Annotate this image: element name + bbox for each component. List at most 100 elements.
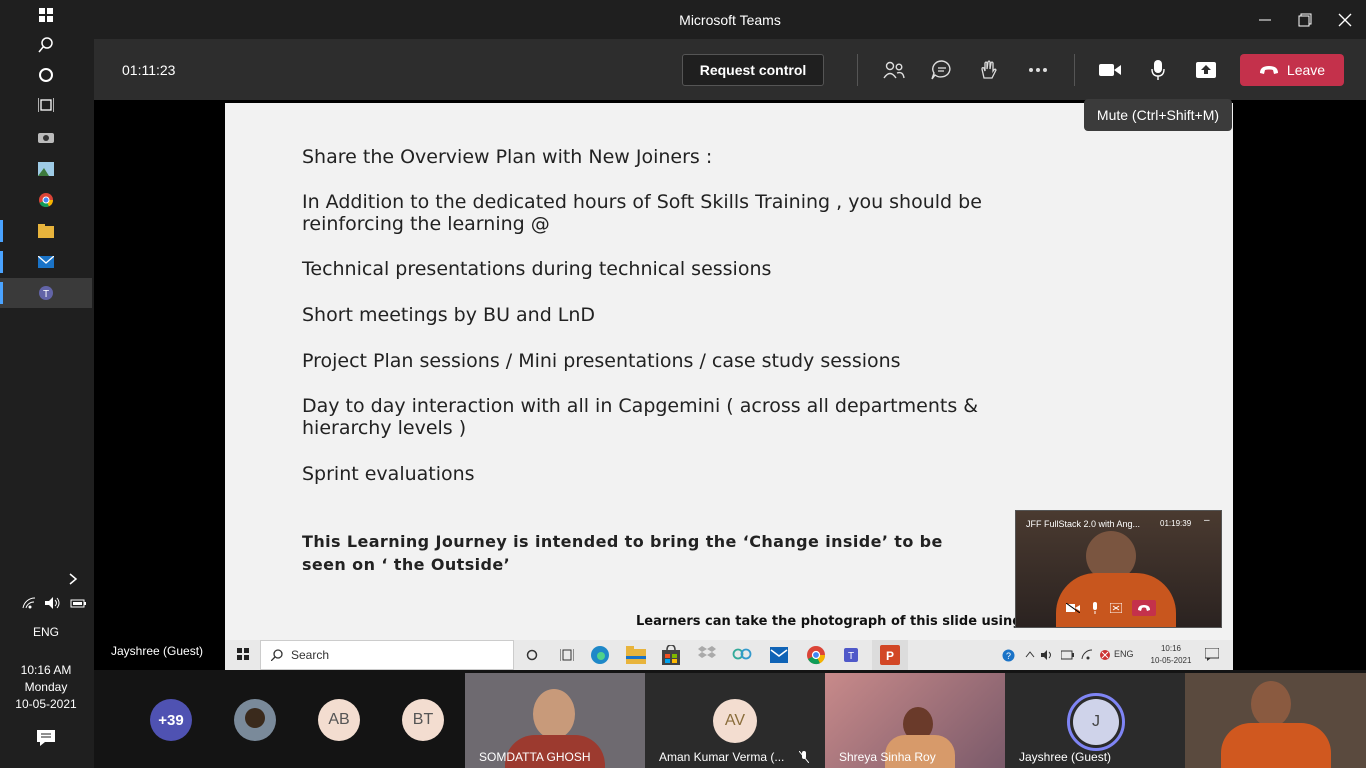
participant-avatar[interactable]: BT xyxy=(402,699,444,741)
toolbar-divider xyxy=(857,54,858,86)
mic-off-icon xyxy=(799,751,809,763)
taskbar-teams-app[interactable]: T xyxy=(0,278,92,308)
shared-start-icon xyxy=(237,648,249,660)
meeting-toolbar: 01:11:23 Request control Leave xyxy=(94,40,1366,100)
clock-date: 10-05-2021 xyxy=(15,697,77,711)
share-tray-button[interactable] xyxy=(1190,56,1222,84)
taskbar-camera-app[interactable] xyxy=(0,122,92,152)
participant-tile[interactable]: AV Aman Kumar Verma (... xyxy=(645,673,825,768)
slide-line: Day to day interaction with all in Capge… xyxy=(302,395,979,439)
tile-person-head xyxy=(1251,681,1291,727)
self-video-tile[interactable] xyxy=(1185,673,1366,768)
participant-tile[interactable]: J Jayshree (Guest) xyxy=(1005,673,1185,768)
camera-button[interactable] xyxy=(1094,56,1126,84)
windows-icon xyxy=(39,8,53,22)
chat-button[interactable] xyxy=(926,56,958,84)
avatar-photo-head xyxy=(245,708,265,728)
chevron-up-icon xyxy=(1025,651,1035,658)
tile-name: Shreya Sinha Roy xyxy=(839,750,936,764)
pip-hangup-button[interactable] xyxy=(1132,600,1156,616)
notification-icon xyxy=(1205,648,1219,661)
taskbar-photos-app[interactable] xyxy=(0,154,92,184)
language-indicator[interactable]: ENG xyxy=(0,625,92,639)
cortana-icon xyxy=(526,649,538,661)
minimize-icon xyxy=(1259,19,1271,21)
slide-line: Project Plan sessions / Mini presentatio… xyxy=(302,350,901,372)
help-icon: ? xyxy=(1002,649,1015,662)
microphone-icon[interactable] xyxy=(1090,602,1100,614)
participants-button[interactable] xyxy=(878,56,910,84)
title-bar: Microsoft Teams xyxy=(94,0,1366,40)
volume-icon[interactable] xyxy=(45,597,61,609)
running-indicator xyxy=(0,220,3,242)
clock[interactable]: 10:16 AM Monday 10-05-2021 xyxy=(0,662,92,713)
people-icon xyxy=(883,61,905,79)
windows-icon xyxy=(237,648,249,660)
share-screen-icon xyxy=(1196,62,1216,78)
taskbar-file-explorer[interactable] xyxy=(0,216,92,246)
mute-tooltip: Mute (Ctrl+Shift+M) xyxy=(1084,99,1232,131)
slide-line: Sprint evaluations xyxy=(302,463,475,485)
window-title: Microsoft Teams xyxy=(679,12,781,28)
windows-taskbar: T ENG 10:16 AM Monday 10-05-2021 xyxy=(0,0,94,768)
camera-icon xyxy=(38,133,54,143)
participant-avatar-photo[interactable] xyxy=(234,699,276,741)
task-view-icon xyxy=(38,98,54,112)
slide-bold-note: This Learning Journey is intended to bri… xyxy=(302,532,943,574)
system-tray xyxy=(22,597,86,609)
task-view-button[interactable] xyxy=(0,90,92,120)
share-icon[interactable] xyxy=(1110,603,1122,613)
slide-footer-note: Learners can take the photograph of this… xyxy=(636,614,1033,629)
cortana-button[interactable] xyxy=(0,60,92,90)
pip-video[interactable]: JFF FullStack 2.0 with Ang... 01:19:39 – xyxy=(1015,510,1222,628)
search-button[interactable] xyxy=(0,30,92,60)
ellipsis-icon xyxy=(1029,68,1047,72)
start-button[interactable] xyxy=(0,0,92,30)
folder-icon xyxy=(38,224,54,238)
hand-icon xyxy=(981,60,997,79)
action-center-button[interactable] xyxy=(37,730,55,751)
restore-button[interactable] xyxy=(1298,13,1312,32)
shared-clock-date: 10-05-2021 xyxy=(1150,656,1192,665)
tile-person-body xyxy=(1221,723,1331,768)
more-actions-button[interactable] xyxy=(1022,56,1054,84)
volume-icon xyxy=(1041,650,1051,660)
overflow-participants-button[interactable]: +39 xyxy=(150,699,192,741)
teams-icon: T xyxy=(39,286,53,300)
taskbar-chrome-app[interactable] xyxy=(0,185,92,215)
pip-time: 01:19:39 xyxy=(1160,519,1192,528)
raise-hand-button[interactable] xyxy=(974,56,1006,84)
leave-button[interactable]: Leave xyxy=(1240,54,1344,86)
search-icon xyxy=(38,37,53,53)
participant-avatar[interactable]: AB xyxy=(318,699,360,741)
pip-minimize-icon[interactable]: – xyxy=(1204,515,1210,526)
participant-tile[interactable]: Shreya Sinha Roy xyxy=(825,673,1005,768)
camera-off-icon[interactable] xyxy=(1066,603,1080,613)
close-button[interactable] xyxy=(1338,13,1352,32)
search-icon xyxy=(271,649,283,661)
shared-clock-time: 10:16 xyxy=(1160,644,1182,653)
minimize-button[interactable] xyxy=(1258,13,1272,32)
mic-button[interactable] xyxy=(1142,56,1174,84)
notification-icon xyxy=(37,730,55,746)
taskbar-mail-app[interactable] xyxy=(0,247,92,277)
slide-line: In Addition to the dedicated hours of So… xyxy=(302,191,982,235)
outlook-icon xyxy=(770,647,788,663)
participant-avatar: AV xyxy=(713,699,757,743)
store-icon xyxy=(662,645,680,665)
tile-name: SOMDATTA GHOSH xyxy=(479,750,591,764)
chevron-right-icon xyxy=(69,573,78,585)
wifi-icon[interactable] xyxy=(22,597,36,609)
mail-icon xyxy=(38,256,54,268)
request-control-button[interactable]: Request control xyxy=(682,54,824,86)
battery-icon xyxy=(1061,650,1074,660)
slide-line: Share the Overview Plan with New Joiners… xyxy=(302,146,713,168)
video-camera-icon xyxy=(1099,64,1121,76)
running-indicator xyxy=(0,251,3,273)
show-hidden-icons-button[interactable] xyxy=(68,572,78,590)
shared-lang: ENG xyxy=(1114,649,1134,659)
battery-icon[interactable] xyxy=(70,597,86,609)
participant-tile[interactable]: SOMDATTA GHOSH xyxy=(465,673,645,768)
pip-controls xyxy=(1066,599,1216,617)
chrome-icon xyxy=(807,646,826,665)
